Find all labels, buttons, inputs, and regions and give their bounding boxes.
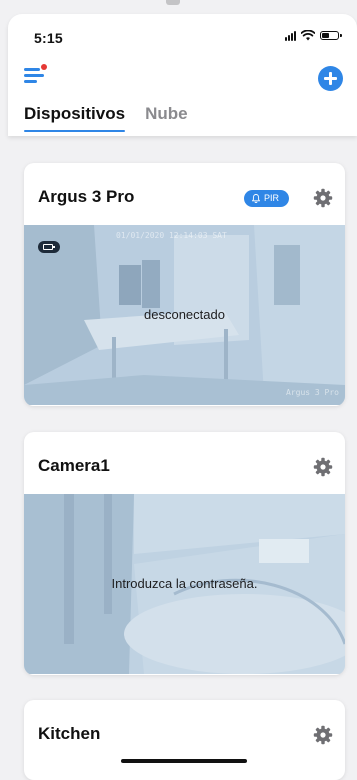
settings-gear-icon[interactable] <box>313 725 333 745</box>
device-name: Camera1 <box>38 456 110 475</box>
add-device-button[interactable] <box>318 66 343 91</box>
top-grabber <box>166 0 180 5</box>
password-prompt: Introduzca la contraseña. <box>111 576 258 591</box>
device-card-header: Argus 3 Pro PIR <box>24 163 345 225</box>
wifi-icon <box>301 30 315 41</box>
settings-gear-icon[interactable] <box>313 188 333 208</box>
pir-label: PIR <box>263 193 279 203</box>
battery-status-badge <box>38 241 60 253</box>
status-icons <box>285 30 342 41</box>
battery-icon <box>320 31 342 40</box>
camera-preview[interactable]: Introduzca la contraseña. <box>24 494 345 674</box>
device-card-header: Kitchen <box>24 700 345 762</box>
status-time: 5:15 <box>34 30 63 46</box>
app-header: 5:15 Dispositivos Nube <box>8 14 357 136</box>
settings-gear-icon[interactable] <box>313 457 333 477</box>
tab-nube[interactable]: Nube <box>145 104 188 130</box>
notification-dot <box>41 64 47 70</box>
device-card-header: Camera1 <box>24 432 345 494</box>
device-name: Argus 3 Pro <box>38 187 135 206</box>
device-card[interactable]: Argus 3 Pro PIR 01/01/2020 12:14:03 SAT … <box>24 163 345 406</box>
cellular-signal-icon <box>285 30 296 41</box>
camera-timestamp: 01/01/2020 12:14:03 SAT <box>116 231 227 240</box>
device-name: Kitchen <box>38 724 101 743</box>
connection-status: desconectado <box>144 307 225 322</box>
bell-icon <box>251 194 260 203</box>
device-tabs: Dispositivos Nube <box>24 104 188 132</box>
tab-dispositivos[interactable]: Dispositivos <box>24 104 126 132</box>
menu-button[interactable] <box>24 64 48 86</box>
pir-badge[interactable]: PIR <box>243 190 289 207</box>
camera-label: Argus 3 Pro <box>286 388 339 397</box>
home-indicator <box>121 759 247 763</box>
device-card[interactable]: Camera1 Introduzca la contraseña. <box>24 432 345 675</box>
device-card[interactable]: Kitchen <box>24 700 345 780</box>
camera-preview[interactable]: 01/01/2020 12:14:03 SAT Argus 3 Pro desc… <box>24 225 345 405</box>
